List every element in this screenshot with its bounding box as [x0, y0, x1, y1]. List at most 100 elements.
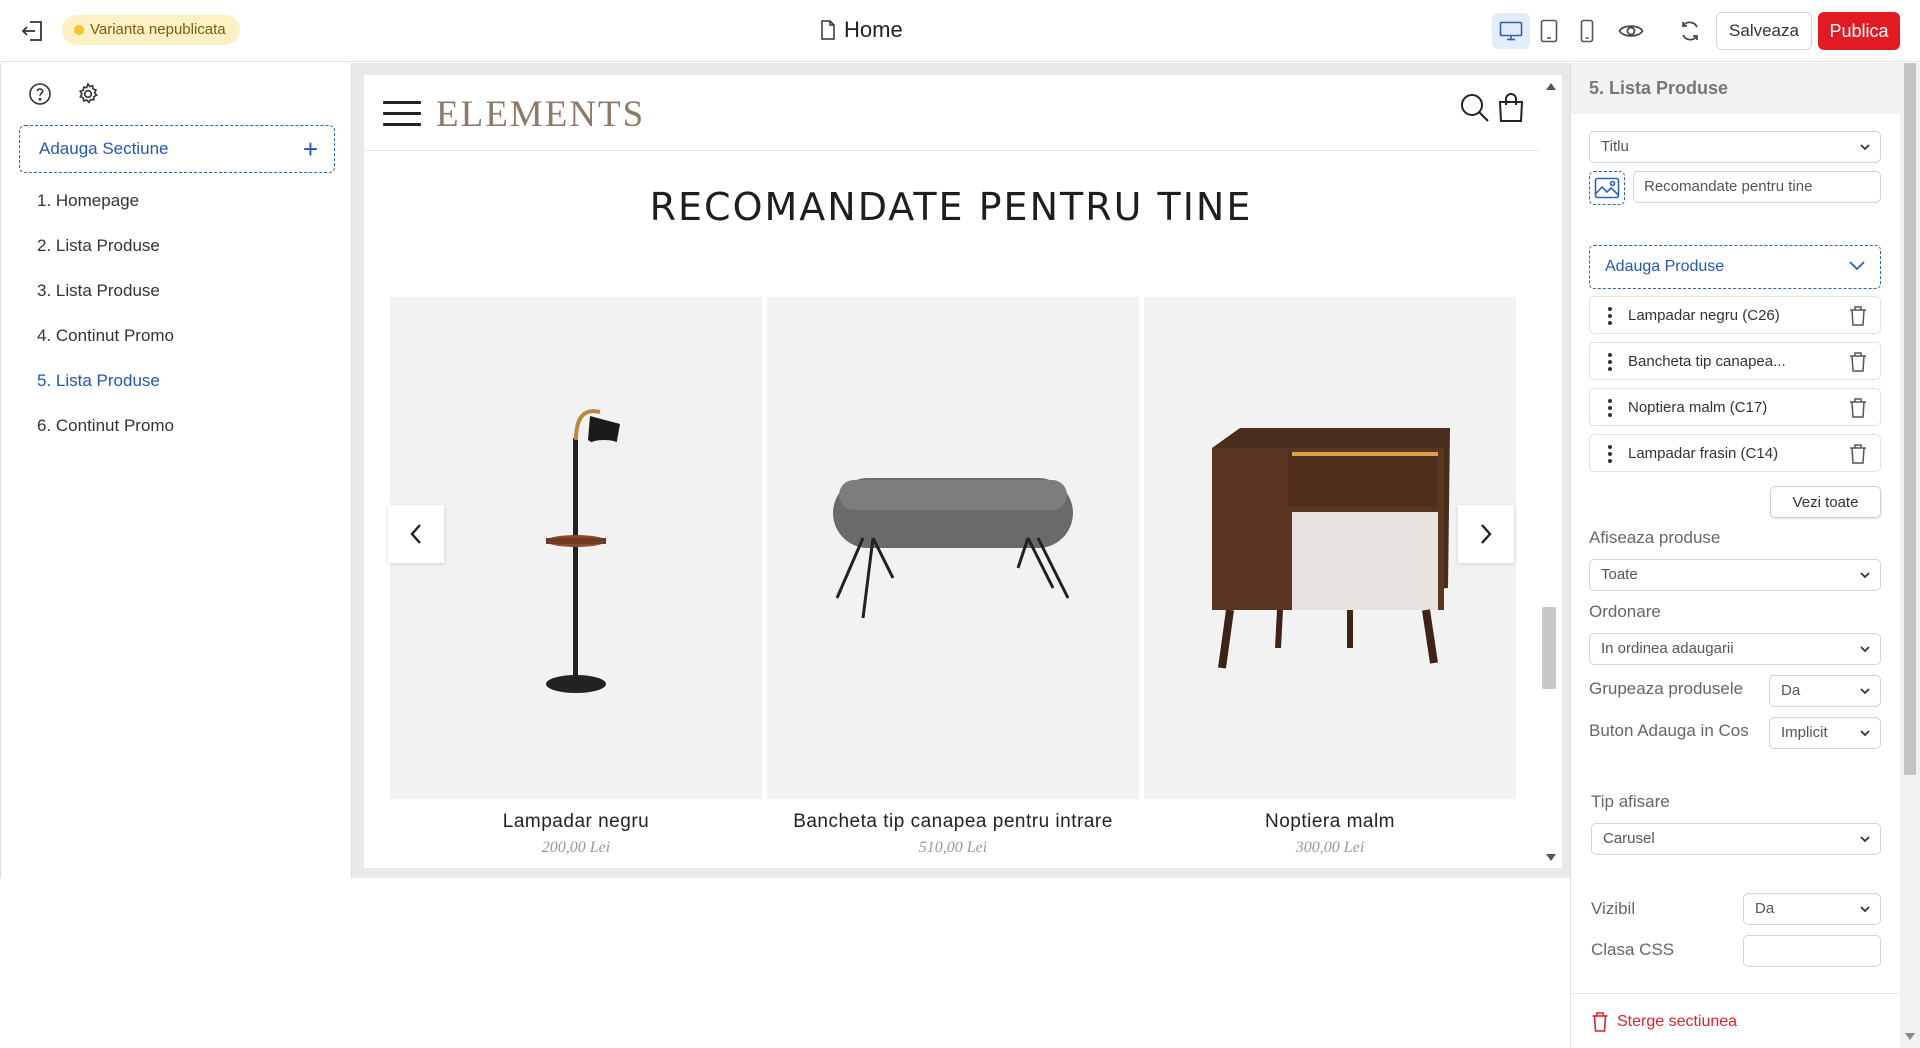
chevron-down-icon [1860, 646, 1870, 653]
shopping-bag-icon[interactable] [1494, 91, 1528, 125]
sidebar-toolbar [25, 79, 103, 109]
save-button[interactable]: Salveaza [1716, 12, 1812, 50]
group-products-select[interactable]: Da [1769, 675, 1881, 707]
top-bar: Varianta nepublicata Home Salveaza Publi… [0, 0, 1920, 62]
ordering-select[interactable]: In ordinea adaugarii [1589, 633, 1881, 665]
panel-scrollbar[interactable] [1900, 63, 1920, 1048]
trash-icon [1592, 1012, 1608, 1032]
section-item-active[interactable]: 5. Lista Produse [37, 358, 174, 403]
desktop-view-button[interactable] [1492, 13, 1530, 49]
search-icon[interactable] [1458, 91, 1492, 125]
scroll-up-arrow-icon[interactable] [1546, 83, 1556, 90]
group-products-label: Grupeaza produsele [1589, 679, 1744, 698]
page-preview: ELEMENTS RECOMANDATE PENTRU TINE Lampada… [364, 75, 1538, 868]
floor-lamp-image [546, 409, 620, 693]
drag-handle-icon[interactable] [1608, 445, 1612, 463]
tablet-view-button[interactable] [1530, 13, 1568, 49]
visible-select[interactable]: Da [1743, 893, 1881, 925]
group-products-value: Da [1781, 682, 1801, 699]
add-products-dropdown[interactable]: Adauga Produse [1589, 245, 1881, 289]
visible-value: Da [1755, 900, 1775, 917]
add-section-label: Adauga Sectiune [39, 139, 169, 158]
product-list-item-label: Lampadar frasin (C14) [1628, 445, 1779, 462]
product-name[interactable]: Lampadar negru [390, 811, 762, 833]
product-list-item-label: Bancheta tip canapea... [1628, 353, 1786, 370]
section-heading: RECOMANDATE PENTRU TINE [649, 185, 1253, 229]
section-item[interactable]: 2. Lista Produse [37, 223, 174, 268]
delete-section-label: Sterge sectiunea [1617, 1013, 1738, 1030]
exit-icon[interactable] [16, 14, 50, 48]
chevron-down-icon [1849, 261, 1865, 271]
css-class-label: Clasa CSS [1591, 940, 1675, 959]
help-button[interactable] [25, 79, 55, 109]
title-type-select[interactable]: Titlu [1589, 131, 1881, 163]
product-price: 200,00 Lei [541, 839, 611, 856]
site-logo[interactable]: ELEMENTS [436, 93, 645, 136]
chevron-down-icon [1860, 572, 1870, 579]
title-text-input[interactable]: Recomandate pentru tine [1633, 171, 1881, 203]
carousel-prev-button[interactable] [388, 505, 444, 563]
settings-button[interactable] [73, 79, 103, 109]
trash-icon[interactable] [1848, 305, 1868, 327]
mobile-view-button[interactable] [1568, 13, 1606, 49]
sync-button[interactable] [1672, 13, 1708, 49]
carousel-next-button[interactable] [1458, 505, 1514, 563]
section-item[interactable]: 1. Homepage [37, 178, 174, 223]
preview-scrollbar[interactable] [1538, 75, 1562, 868]
add-section-button[interactable]: Adauga Sectiune + [19, 125, 335, 173]
chevron-left-icon [410, 524, 421, 544]
page-title-text: Home [844, 17, 903, 42]
cart-button-select[interactable]: Implicit [1769, 717, 1881, 749]
product-name[interactable]: Bancheta tip canapea pentru intrare [767, 811, 1139, 833]
display-type-select[interactable]: Carusel [1591, 823, 1881, 855]
product-list-item[interactable]: Lampadar frasin (C14) [1589, 434, 1881, 472]
display-type-label: Tip afisare [1591, 792, 1670, 811]
section-settings-panel: 5. Lista Produse Titlu Recomandate pentr… [1570, 63, 1901, 1048]
chevron-down-icon [1860, 836, 1870, 843]
panel-divider [1571, 993, 1901, 994]
image-picker-button[interactable] [1589, 171, 1625, 205]
preview-button[interactable] [1613, 13, 1649, 49]
product-card[interactable]: Bancheta tip canapea pentru intrare 510,… [767, 297, 1139, 857]
chevron-right-icon [1481, 524, 1492, 544]
sections-sidebar: Adauga Sectiune + 1. Homepage 2. Lista P… [0, 63, 352, 878]
drag-handle-icon[interactable] [1608, 307, 1612, 325]
plus-icon: + [302, 134, 318, 164]
show-products-select[interactable]: Toate [1589, 559, 1881, 591]
trash-icon[interactable] [1848, 351, 1868, 373]
product-card[interactable]: Noptiera malm 300,00 Lei [1144, 297, 1516, 857]
css-class-input[interactable] [1743, 935, 1881, 967]
product-price: 510,00 Lei [918, 839, 988, 856]
trash-icon[interactable] [1848, 397, 1868, 419]
product-name[interactable]: Noptiera malm [1144, 811, 1516, 833]
delete-section-button[interactable]: Sterge sectiunea [1591, 1011, 1737, 1033]
publish-button[interactable]: Publica [1818, 12, 1900, 50]
drag-handle-icon[interactable] [1608, 399, 1612, 417]
nightstand-image [1212, 428, 1450, 669]
scroll-down-arrow-icon[interactable] [1546, 854, 1556, 861]
sync-icon [1682, 21, 1698, 41]
chevron-down-icon [1860, 730, 1870, 737]
product-card[interactable]: Lampadar negru 200,00 Lei [390, 297, 762, 857]
status-dot-icon [74, 25, 84, 35]
menu-icon[interactable] [383, 101, 421, 127]
section-item[interactable]: 6. Continut Promo [37, 403, 174, 448]
product-list-item[interactable]: Bancheta tip canapea... [1589, 342, 1881, 380]
ordering-label: Ordonare [1589, 602, 1661, 621]
desktop-icon [1499, 21, 1523, 41]
drag-handle-icon[interactable] [1608, 353, 1612, 371]
section-item[interactable]: 4. Continut Promo [37, 313, 174, 358]
see-all-button[interactable]: Vezi toate [1770, 486, 1881, 518]
product-image[interactable] [767, 297, 1139, 799]
eye-icon [1618, 25, 1644, 37]
product-image[interactable] [390, 297, 762, 799]
panel-scroll-thumb[interactable] [1904, 63, 1916, 775]
scroll-thumb[interactable] [1542, 607, 1556, 689]
scroll-down-arrow-icon[interactable] [1905, 1033, 1915, 1040]
product-price: 300,00 Lei [1295, 839, 1365, 856]
product-list-item[interactable]: Noptiera malm (C17) [1589, 388, 1881, 426]
product-list-item[interactable]: Lampadar negru (C26) [1589, 296, 1881, 334]
trash-icon[interactable] [1848, 443, 1868, 465]
visible-label: Vizibil [1591, 899, 1636, 918]
section-item[interactable]: 3. Lista Produse [37, 268, 174, 313]
